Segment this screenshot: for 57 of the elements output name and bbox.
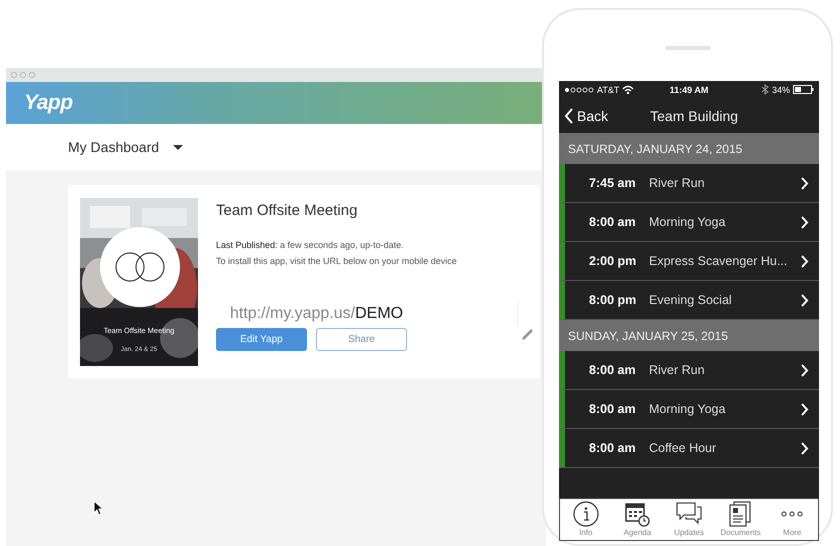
tab-bar-item[interactable]: Documents: [714, 499, 766, 540]
clock: 11:49 AM: [670, 84, 708, 94]
event-name: Express Scavenger Hu...: [649, 254, 788, 268]
window-controls-icon: [10, 71, 36, 79]
tab-bar-item[interactable]: Updates: [663, 499, 715, 540]
chevron-icon: [801, 442, 809, 454]
info-icon: [572, 501, 599, 527]
event-name: River Run: [649, 176, 706, 190]
event-row[interactable]: 2:00 pm Express Scavenger Hu...: [559, 242, 819, 281]
event-time: 2:00 pm: [589, 254, 638, 268]
app-title: Team Offsite Meeting: [216, 202, 358, 219]
event-time: 8:00 am: [589, 441, 637, 455]
pencil-icon: [522, 326, 534, 340]
chevron-icon: [801, 216, 809, 228]
cursor-icon: [93, 500, 103, 516]
url-field[interactable]: http://my.yapp.us/DEMO: [216, 301, 518, 327]
battery-percent: 34%: [772, 84, 790, 94]
more-icon: [781, 511, 804, 517]
chat-bubbles-icon: [676, 501, 702, 527]
battery-icon: [793, 85, 814, 94]
chevron-icon: [801, 254, 809, 268]
bluetooth-icon: [760, 84, 769, 95]
back-button[interactable]: Back: [564, 108, 608, 124]
event-row[interactable]: 7:45 am River Run: [559, 164, 819, 203]
event-time: 7:45 am: [589, 176, 637, 190]
event-time: 8:00 am: [589, 363, 637, 377]
day-header: SATURDAY, JANUARY 24, 2015: [559, 133, 819, 164]
tab-bar-item[interactable]: Info: [560, 499, 612, 540]
event-name: Evening Social: [649, 293, 733, 307]
event-row[interactable]: 8:00 am Morning Yoga: [559, 390, 819, 429]
chevron-icon: [801, 364, 809, 376]
event-time: 8:00 am: [589, 402, 637, 416]
event-row[interactable]: 8:00 am Morning Yoga: [559, 203, 819, 242]
screen-title: Team Building: [650, 108, 738, 124]
wifi-icon: [622, 85, 634, 94]
chevron-icon: [801, 176, 809, 190]
event-time: 8:00 pm: [589, 293, 638, 307]
calendar-icon: [624, 501, 650, 527]
back-chevron-icon: [564, 108, 574, 124]
event-name: Coffee Hour: [649, 441, 718, 455]
install-note: To install this app, visit the URL below on your mobile device: [216, 255, 458, 268]
event-row[interactable]: 8:00 am River Run: [559, 351, 819, 390]
event-name: River Run: [649, 363, 706, 377]
caret-icon: [173, 144, 184, 150]
tab-bar-item[interactable]: Agenda: [612, 499, 664, 540]
tab-bar-item[interactable]: More: [766, 499, 818, 540]
day-header: SUNDAY, JANUARY 25, 2015: [559, 320, 819, 351]
published-status: Last Published: a few seconds ago, up-to-date.: [216, 239, 405, 252]
signal-icon: [564, 86, 594, 92]
event-time: 8:00 am: [589, 215, 637, 229]
dashboard-menu[interactable]: My Dashboard: [68, 139, 160, 155]
event-row[interactable]: 8:00 am Coffee Hour: [559, 429, 819, 468]
event-name: Morning Yoga: [649, 402, 726, 416]
chevron-icon: [801, 402, 809, 416]
carrier: AT&T: [597, 84, 620, 94]
event-name: Morning Yoga: [649, 215, 726, 229]
chevron-icon: [801, 294, 809, 306]
